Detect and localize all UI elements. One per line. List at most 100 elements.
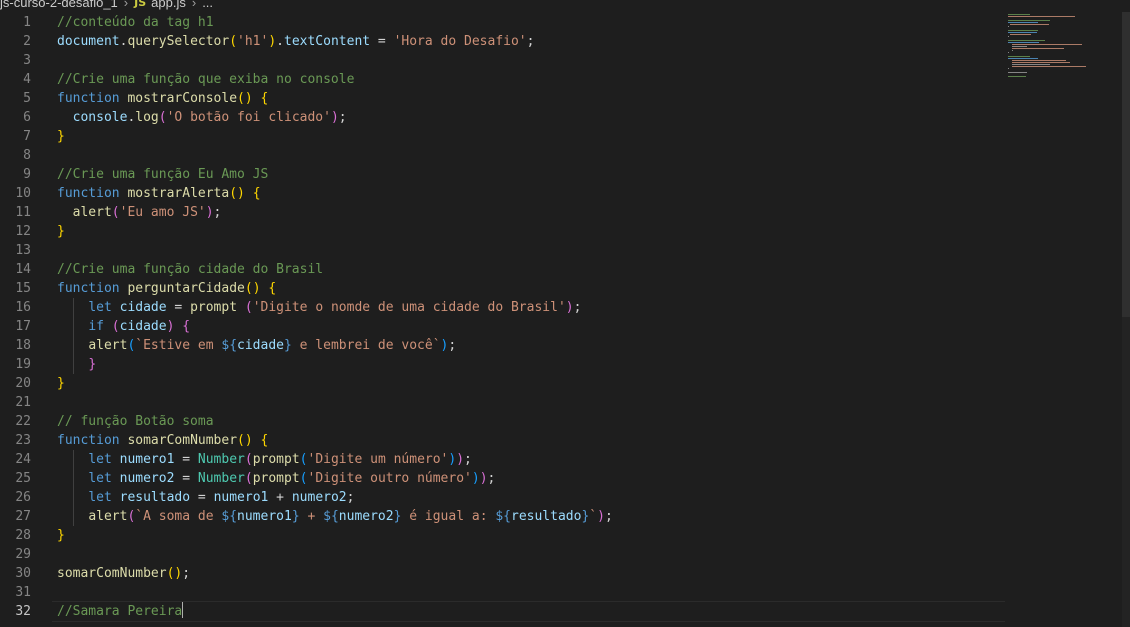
code-text[interactable]: alert(`A soma de ${numero1} + ${numero2}…	[57, 507, 612, 526]
code-text[interactable]: function mostrarConsole() {	[57, 89, 268, 108]
code-line[interactable]: 13	[0, 241, 1005, 260]
code-line[interactable]: 3	[0, 51, 1005, 70]
line-number[interactable]: 20	[0, 374, 31, 393]
line-number[interactable]: 14	[0, 260, 31, 279]
line-number[interactable]: 22	[0, 412, 31, 431]
vertical-scrollbar-thumb[interactable]	[1122, 12, 1130, 317]
code-line[interactable]: 14 //Crie uma função cidade do Brasil	[0, 260, 1005, 279]
code-line[interactable]: 24 let numero1 = Number(prompt('Digite u…	[0, 450, 1005, 469]
code-line[interactable]: 15 function perguntarCidade() {	[0, 279, 1005, 298]
line-number[interactable]: 13	[0, 241, 31, 260]
line-number[interactable]: 3	[0, 51, 31, 70]
code-line[interactable]: 20}	[0, 374, 1005, 393]
line-number[interactable]: 32	[0, 602, 31, 621]
line-number[interactable]: 19	[0, 355, 31, 374]
minimap-line	[1012, 48, 1065, 49]
code-line[interactable]: 29	[0, 545, 1005, 564]
line-number[interactable]: 18	[0, 336, 31, 355]
code-text[interactable]: }	[57, 374, 65, 393]
code-text[interactable]: function perguntarCidade() {	[57, 279, 276, 298]
line-number[interactable]: 30	[0, 564, 31, 583]
code-line[interactable]: 28}	[0, 526, 1005, 545]
code-line[interactable]: 16 let cidade = prompt ('Digite o nomde …	[0, 298, 1005, 317]
line-number[interactable]: 31	[0, 583, 31, 602]
code-text[interactable]: //Crie uma função Eu Amo JS	[57, 165, 268, 184]
code-text[interactable]: let numero1 = Number(prompt('Digite um n…	[57, 450, 472, 469]
code-text[interactable]: alert(`Estive em ${cidade} e lembrei de …	[57, 336, 456, 355]
code-line[interactable]: 7}	[0, 127, 1005, 146]
code-text[interactable]: //Crie uma função cidade do Brasil	[57, 260, 323, 279]
line-number[interactable]: 25	[0, 469, 31, 488]
code-text[interactable]: let cidade = prompt ('Digite o nomde de …	[57, 298, 581, 317]
breadcrumb-folder[interactable]: js-curso-2-desafio_1	[0, 0, 118, 9]
line-number[interactable]: 6	[0, 108, 31, 127]
code-text[interactable]: //Crie uma função que exiba no console	[57, 70, 354, 89]
code-line[interactable]: 4 //Crie uma função que exiba no console	[0, 70, 1005, 89]
code-text[interactable]: console.log('O botão foi clicado');	[57, 108, 347, 127]
line-number[interactable]: 24	[0, 450, 31, 469]
code-line[interactable]: 31	[0, 583, 1005, 602]
line-number[interactable]: 2	[0, 32, 31, 51]
code-text[interactable]: // função Botão soma	[57, 412, 214, 431]
line-number[interactable]: 7	[0, 127, 31, 146]
line-number[interactable]: 16	[0, 298, 31, 317]
code-editor[interactable]: 1 //conteúdo da tag h1 2 document.querySele…	[0, 12, 1005, 627]
line-number[interactable]: 28	[0, 526, 31, 545]
code-line[interactable]: 9 //Crie uma função Eu Amo JS	[0, 165, 1005, 184]
minimap[interactable]	[1008, 12, 1130, 82]
code-line[interactable]: 30 somarComNumber();	[0, 564, 1005, 583]
line-number[interactable]: 29	[0, 545, 31, 564]
breadcrumb-file[interactable]: app.js	[151, 0, 186, 9]
code-line[interactable]: 17 if (cidade) {	[0, 317, 1005, 336]
code-text[interactable]: //conteúdo da tag h1	[57, 13, 214, 32]
minimap-line	[1008, 72, 1027, 73]
code-line[interactable]: 19 }	[0, 355, 1005, 374]
line-number[interactable]: 17	[0, 317, 31, 336]
line-number[interactable]: 1	[0, 13, 31, 32]
breadcrumb-symbol[interactable]: ...	[202, 0, 213, 9]
code-line[interactable]: 10 function mostrarAlerta() {	[0, 184, 1005, 203]
code-text[interactable]: }	[57, 222, 65, 241]
code-text[interactable]: function somarComNumber() {	[57, 431, 268, 450]
code-text[interactable]: somarComNumber();	[57, 564, 190, 583]
line-number[interactable]: 21	[0, 393, 31, 412]
code-text[interactable]: let numero2 = Number(prompt('Digite outr…	[57, 469, 495, 488]
line-number[interactable]: 11	[0, 203, 31, 222]
javascript-file-icon: JS	[134, 0, 147, 9]
line-number[interactable]: 5	[0, 89, 31, 108]
line-number[interactable]: 4	[0, 70, 31, 89]
line-number[interactable]: 26	[0, 488, 31, 507]
line-number[interactable]: 12	[0, 222, 31, 241]
code-text[interactable]: alert('Eu amo JS');	[57, 203, 222, 222]
line-number[interactable]: 23	[0, 431, 31, 450]
code-line[interactable]: 11 alert('Eu amo JS');	[0, 203, 1005, 222]
code-line[interactable]: 2 document.querySelector('h1').textConten…	[0, 32, 1005, 51]
code-line[interactable]: 22 // função Botão soma	[0, 412, 1005, 431]
code-line[interactable]: 25 let numero2 = Number(prompt('Digite o…	[0, 469, 1005, 488]
line-number[interactable]: 27	[0, 507, 31, 526]
code-line[interactable]: 1 //conteúdo da tag h1	[0, 13, 1005, 32]
code-line[interactable]: 6 console.log('O botão foi clicado');	[0, 108, 1005, 127]
minimap-line	[1008, 58, 1038, 59]
code-line[interactable]: 5 function mostrarConsole() {	[0, 89, 1005, 108]
code-text[interactable]: }	[57, 355, 96, 374]
code-text[interactable]: let resultado = numero1 + numero2;	[57, 488, 354, 507]
code-line[interactable]: 23 function somarComNumber() {	[0, 431, 1005, 450]
code-text[interactable]: }	[57, 526, 65, 545]
line-number[interactable]: 8	[0, 146, 31, 165]
code-text[interactable]: function mostrarAlerta() {	[57, 184, 261, 203]
code-line[interactable]: 27 alert(`A soma de ${numero1} + ${numer…	[0, 507, 1005, 526]
code-line[interactable]: 26 let resultado = numero1 + numero2;	[0, 488, 1005, 507]
line-number[interactable]: 15	[0, 279, 31, 298]
code-line[interactable]: 21	[0, 393, 1005, 412]
code-text[interactable]: //Samara Pereira	[57, 602, 184, 621]
line-number[interactable]: 9	[0, 165, 31, 184]
code-text[interactable]: }	[57, 127, 65, 146]
code-line[interactable]: 8	[0, 146, 1005, 165]
line-number[interactable]: 10	[0, 184, 31, 203]
code-line[interactable]: 12}	[0, 222, 1005, 241]
code-text[interactable]: if (cidade) {	[57, 317, 190, 336]
code-line[interactable]: 18 alert(`Estive em ${cidade} e lembrei …	[0, 336, 1005, 355]
code-text[interactable]: document.querySelector('h1').textContent…	[57, 32, 534, 51]
code-line[interactable]: 32 //Samara Pereira	[0, 601, 1005, 622]
